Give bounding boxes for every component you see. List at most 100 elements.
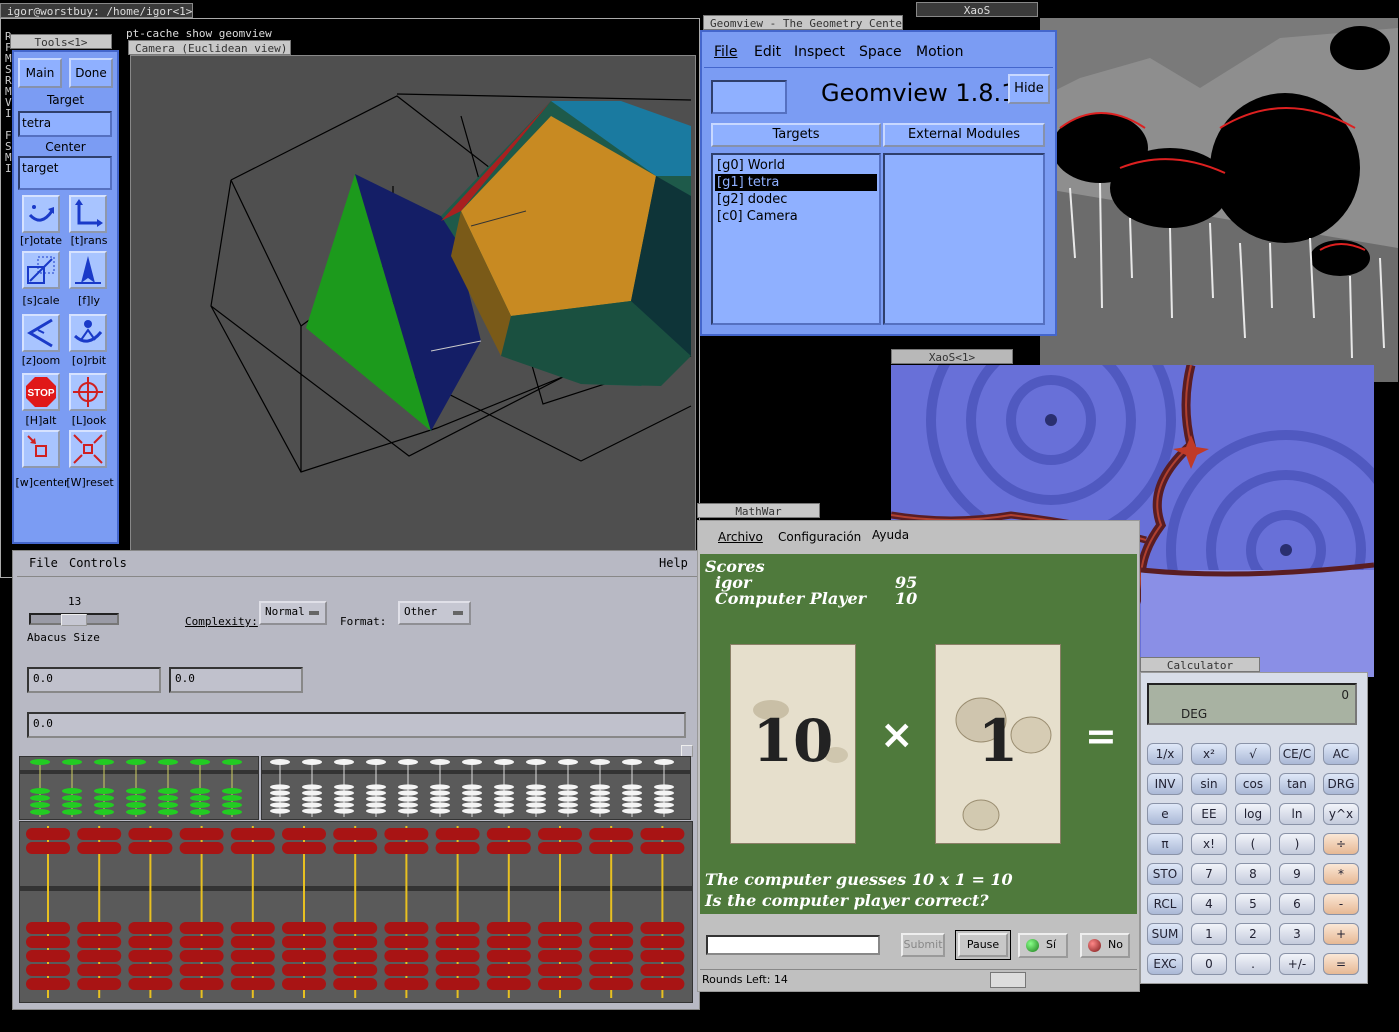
geomview-menu-inspect[interactable]: Inspect [794,44,845,60]
camera-view[interactable] [130,55,696,555]
suanpan-green[interactable] [19,756,259,820]
calc-key[interactable]: ) [1279,833,1315,855]
calc-key[interactable]: log [1235,803,1271,825]
yes-button[interactable]: Sí [1018,933,1068,958]
calc-key[interactable]: 7 [1191,863,1227,885]
calc-key[interactable]: x! [1191,833,1227,855]
calc-key[interactable]: + [1323,923,1359,945]
calc-key[interactable]: EXC [1147,953,1183,975]
calc-key[interactable]: 0 [1191,953,1227,975]
target-field[interactable]: tetra [18,111,112,137]
calc-key[interactable]: 8 [1235,863,1271,885]
calc-key[interactable]: 3 [1279,923,1315,945]
geomview-menu-edit[interactable]: Edit [754,44,781,60]
calc-key[interactable]: SUM [1147,923,1183,945]
target-item[interactable]: [g0] World [715,157,877,174]
reset-icon[interactable] [69,430,107,468]
calc-key[interactable]: √ [1235,743,1271,765]
geomview-menu-motion[interactable]: Motion [916,44,963,60]
fly-icon[interactable] [69,251,107,289]
xaos2-title[interactable]: XaoS<1> [891,349,1013,364]
abacus-menu-file[interactable]: File [29,556,58,570]
calc-key[interactable]: . [1235,953,1271,975]
target-item[interactable]: [c0] Camera [715,208,877,225]
targets-list[interactable]: [g0] World [g1] tetra [g2] dodec [c0] Camer… [711,153,881,325]
calc-key[interactable]: 1 [1191,923,1227,945]
calculator-title[interactable]: Calculator [1140,657,1260,672]
calc-key[interactable]: 2 [1235,923,1271,945]
xaos1-title[interactable]: XaoS [916,2,1038,17]
target-item[interactable]: [g2] dodec [715,191,877,208]
mathwar-menu-configuracion[interactable]: Configuración [778,530,861,544]
calc-key[interactable]: tan [1279,773,1315,795]
calc-key[interactable]: 6 [1279,893,1315,915]
scale-icon[interactable] [22,251,60,289]
calc-key[interactable]: INV [1147,773,1183,795]
mathwar-title[interactable]: MathWar [697,503,820,518]
abacus-field-1[interactable]: 0.0 [27,667,161,693]
geomview-title[interactable]: Geomview - The Geometry Center [703,15,903,30]
geomview-menu-file[interactable]: File [714,44,737,60]
calc-key[interactable]: DRG [1323,773,1359,795]
calc-key[interactable]: 4 [1191,893,1227,915]
geomview-color-swatch[interactable] [711,80,787,114]
submit-button[interactable]: Submit [901,933,945,957]
rotate-icon[interactable] [22,195,60,233]
calc-key[interactable]: ln [1279,803,1315,825]
main-abacus[interactable] [19,821,693,1003]
calc-key[interactable]: e [1147,803,1183,825]
complexity-select[interactable]: Normal [259,601,327,625]
geomview-menu-space[interactable]: Space [859,44,902,60]
target-item[interactable]: [g1] tetra [715,174,877,191]
calc-key[interactable]: ÷ [1323,833,1359,855]
orbit-icon[interactable] [69,314,107,352]
abacus-menu-help[interactable]: Help [659,556,688,570]
abacus-field-3[interactable]: 0.0 [27,712,686,738]
targets-button[interactable]: Targets [711,123,881,147]
hide-button[interactable]: Hide [1008,74,1050,104]
calc-key[interactable]: - [1323,893,1359,915]
calc-key[interactable]: +/- [1279,953,1315,975]
calc-key[interactable]: STO [1147,863,1183,885]
calc-key[interactable]: π [1147,833,1183,855]
calc-key[interactable]: 9 [1279,863,1315,885]
center-icon[interactable] [22,430,60,468]
calc-key[interactable]: y^x [1323,803,1359,825]
calc-key[interactable]: 1/x [1147,743,1183,765]
answer-input[interactable] [706,935,880,955]
done-button[interactable]: Done [69,58,113,88]
zoom-icon[interactable] [22,314,60,352]
calc-key[interactable]: CE/C [1279,743,1315,765]
abacus-menu-controls[interactable]: Controls [69,556,127,570]
xaos-landscape-window[interactable] [1040,18,1398,382]
no-button[interactable]: No [1080,933,1130,958]
calc-key[interactable]: * [1323,863,1359,885]
calc-key[interactable]: x² [1191,743,1227,765]
calc-key[interactable]: ( [1235,833,1271,855]
calc-key[interactable]: AC [1323,743,1359,765]
calc-key[interactable]: RCL [1147,893,1183,915]
format-select[interactable]: Other [398,601,471,625]
translate-icon[interactable] [69,195,107,233]
tools-title[interactable]: Tools<1> [10,34,112,49]
slider-thumb[interactable] [61,614,87,626]
camera-title[interactable]: Camera (Euclidean view) [128,40,291,55]
calc-key[interactable]: EE [1191,803,1227,825]
look-icon[interactable] [69,373,107,411]
modules-list[interactable] [883,153,1045,325]
calc-key[interactable]: cos [1235,773,1271,795]
calc-key[interactable]: 5 [1235,893,1271,915]
external-modules-button[interactable]: External Modules [883,123,1045,147]
pause-button[interactable]: Pause [958,933,1008,957]
calc-key[interactable]: sin [1191,773,1227,795]
mathwar-menu-ayuda[interactable]: Ayuda [872,528,909,542]
terminal-title[interactable]: igor@worstbuy: /home/igor<1> [0,3,193,18]
suanpan-white[interactable] [261,756,691,820]
center-field[interactable]: target [18,156,112,190]
mathwar-menu-archivo[interactable]: Archivo [718,530,763,544]
halt-icon[interactable]: STOP [22,373,60,411]
calc-key[interactable]: = [1323,953,1359,975]
abacus-size-slider[interactable] [29,613,119,626]
main-button[interactable]: Main [18,58,62,88]
abacus-field-2[interactable]: 0.0 [169,667,303,693]
